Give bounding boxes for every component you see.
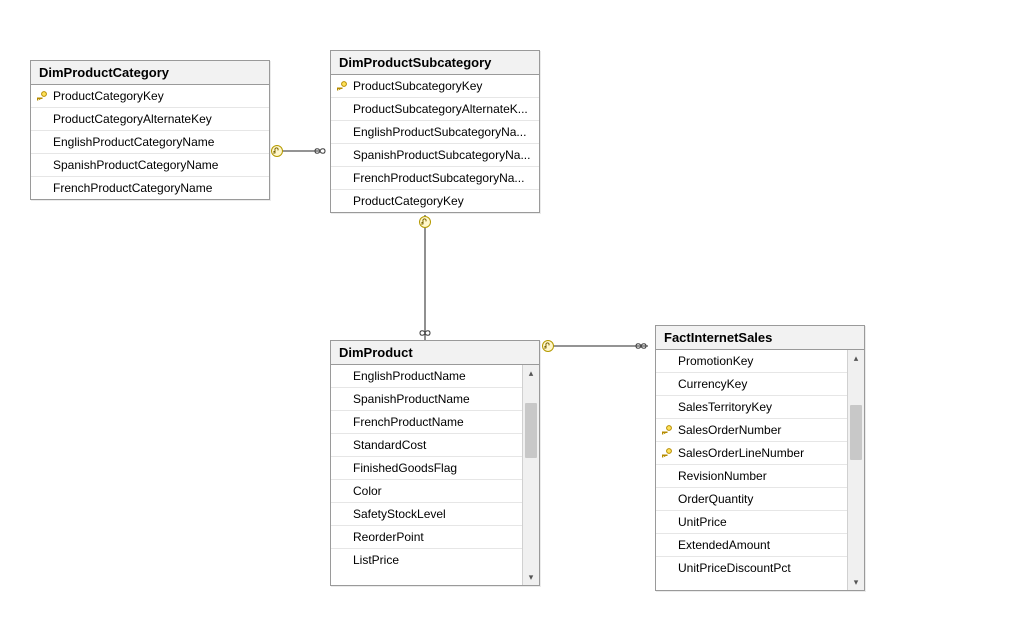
- column-row[interactable]: UnitPriceDiscountPct: [656, 557, 847, 579]
- scroll-up-icon[interactable]: ▴: [848, 350, 864, 366]
- column-name: UnitPriceDiscountPct: [676, 561, 841, 575]
- column-name: SalesTerritoryKey: [676, 400, 841, 414]
- primary-key-icon: [661, 447, 673, 459]
- column-row[interactable]: EnglishProductSubcategoryNa...: [331, 121, 539, 144]
- column-name: CurrencyKey: [676, 377, 841, 391]
- column-row[interactable]: ProductCategoryKey: [31, 85, 269, 108]
- column-list: EnglishProductName SpanishProductName Fr…: [331, 365, 522, 585]
- column-name: FinishedGoodsFlag: [351, 461, 516, 475]
- column-name: SpanishProductName: [351, 392, 516, 406]
- table-dimproductcategory[interactable]: DimProductCategory ProductCategoryKey Pr…: [30, 60, 270, 200]
- column-name: EnglishProductCategoryName: [51, 135, 263, 149]
- scroll-up-icon[interactable]: ▴: [523, 365, 539, 381]
- column-name: ReorderPoint: [351, 530, 516, 544]
- column-name: StandardCost: [351, 438, 516, 452]
- diagram-canvas[interactable]: { "tables": { "dimProductCategory": { "t…: [0, 0, 1030, 618]
- scroll-thumb[interactable]: [525, 403, 537, 458]
- table-dimproductsubcategory[interactable]: DimProductSubcategory ProductSubcategory…: [330, 50, 540, 213]
- column-name: SalesOrderNumber: [676, 423, 841, 437]
- column-row[interactable]: UnitPrice: [656, 511, 847, 534]
- column-row[interactable]: FrenchProductSubcategoryNa...: [331, 167, 539, 190]
- column-name: RevisionNumber: [676, 469, 841, 483]
- column-name: FrenchProductName: [351, 415, 516, 429]
- column-name: EnglishProductSubcategoryNa...: [351, 125, 533, 139]
- column-name: ProductCategoryAlternateKey: [51, 112, 263, 126]
- table-factinternetsales[interactable]: FactInternetSales PromotionKey CurrencyK…: [655, 325, 865, 591]
- column-row[interactable]: FrenchProductName: [331, 411, 522, 434]
- column-name: ExtendedAmount: [676, 538, 841, 552]
- column-row[interactable]: SalesOrderLineNumber: [656, 442, 847, 465]
- column-name: ProductCategoryKey: [351, 194, 533, 208]
- table-title: DimProductCategory: [31, 61, 269, 85]
- table-dimproduct[interactable]: DimProduct EnglishProductName SpanishPro…: [330, 340, 540, 586]
- column-row[interactable]: FinishedGoodsFlag: [331, 457, 522, 480]
- column-name: FrenchProductSubcategoryNa...: [351, 171, 533, 185]
- column-name: FrenchProductCategoryName: [51, 181, 263, 195]
- scrollbar[interactable]: ▴ ▾: [522, 365, 539, 585]
- column-name: SalesOrderLineNumber: [676, 446, 841, 460]
- scroll-down-icon[interactable]: ▾: [523, 569, 539, 585]
- column-name: EnglishProductName: [351, 369, 516, 383]
- column-name: ProductCategoryKey: [51, 89, 263, 103]
- table-title: DimProduct: [331, 341, 539, 365]
- column-row[interactable]: SpanishProductSubcategoryNa...: [331, 144, 539, 167]
- column-row[interactable]: ProductCategoryAlternateKey: [31, 108, 269, 131]
- column-name: ProductSubcategoryKey: [351, 79, 533, 93]
- column-row[interactable]: ProductSubcategoryKey: [331, 75, 539, 98]
- column-row[interactable]: Color: [331, 480, 522, 503]
- column-name: PromotionKey: [676, 354, 841, 368]
- column-row[interactable]: StandardCost: [331, 434, 522, 457]
- column-name: SpanishProductCategoryName: [51, 158, 263, 172]
- column-name: ListPrice: [351, 553, 516, 567]
- column-row[interactable]: EnglishProductName: [331, 365, 522, 388]
- scroll-thumb[interactable]: [850, 405, 862, 460]
- column-row[interactable]: EnglishProductCategoryName: [31, 131, 269, 154]
- column-list: ProductCategoryKey ProductCategoryAltern…: [31, 85, 269, 199]
- primary-key-icon: [661, 424, 673, 436]
- column-name: UnitPrice: [676, 515, 841, 529]
- column-row[interactable]: FrenchProductCategoryName: [31, 177, 269, 199]
- primary-key-icon: [336, 80, 348, 92]
- column-name: ProductSubcategoryAlternateK...: [351, 102, 533, 116]
- column-row[interactable]: ListPrice: [331, 549, 522, 571]
- primary-key-icon: [36, 90, 48, 102]
- column-row[interactable]: SpanishProductCategoryName: [31, 154, 269, 177]
- column-list: ProductSubcategoryKey ProductSubcategory…: [331, 75, 539, 212]
- column-row[interactable]: SalesOrderNumber: [656, 419, 847, 442]
- column-row[interactable]: ReorderPoint: [331, 526, 522, 549]
- column-row[interactable]: SafetyStockLevel: [331, 503, 522, 526]
- column-name: Color: [351, 484, 516, 498]
- column-row[interactable]: PromotionKey: [656, 350, 847, 373]
- scrollbar[interactable]: ▴ ▾: [847, 350, 864, 590]
- column-row[interactable]: CurrencyKey: [656, 373, 847, 396]
- column-list: PromotionKey CurrencyKey SalesTerritoryK…: [656, 350, 847, 590]
- column-row[interactable]: SpanishProductName: [331, 388, 522, 411]
- column-row[interactable]: ExtendedAmount: [656, 534, 847, 557]
- table-title: DimProductSubcategory: [331, 51, 539, 75]
- column-name: OrderQuantity: [676, 492, 841, 506]
- column-row[interactable]: OrderQuantity: [656, 488, 847, 511]
- column-row[interactable]: RevisionNumber: [656, 465, 847, 488]
- column-row[interactable]: ProductCategoryKey: [331, 190, 539, 212]
- column-row[interactable]: ProductSubcategoryAlternateK...: [331, 98, 539, 121]
- table-title: FactInternetSales: [656, 326, 864, 350]
- column-row[interactable]: SalesTerritoryKey: [656, 396, 847, 419]
- scroll-down-icon[interactable]: ▾: [848, 574, 864, 590]
- column-name: SafetyStockLevel: [351, 507, 516, 521]
- column-name: SpanishProductSubcategoryNa...: [351, 148, 533, 162]
